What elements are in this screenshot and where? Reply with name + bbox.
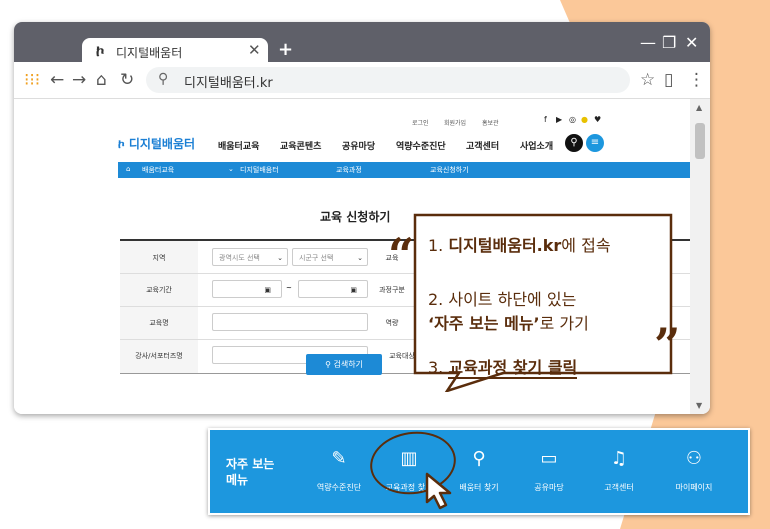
open-quote-icon: “: [388, 228, 415, 282]
city-select-value: 시군구 선택: [299, 254, 334, 262]
course-name-label: 교육명: [149, 319, 169, 327]
headset-icon: ♫: [610, 448, 628, 469]
mouse-cursor-icon: [425, 472, 452, 510]
social-facebook-icon[interactable]: f: [544, 115, 547, 124]
scroll-down-icon[interactable]: ▼: [696, 401, 702, 410]
reload-icon[interactable]: ↻: [120, 70, 134, 90]
minimize-button[interactable]: —: [640, 33, 656, 52]
search-button-label: 검색하기: [333, 360, 363, 369]
city-select[interactable]: 시군구 선택 ⌄: [292, 248, 368, 266]
chevron-down-icon: ⌄: [277, 254, 283, 262]
social-instagram-icon[interactable]: ◎: [569, 115, 576, 124]
breadcrumb-item[interactable]: 교육과정: [336, 165, 362, 175]
url-text[interactable]: 디지털배움터.kr: [184, 72, 273, 91]
social-blog-icon[interactable]: ♥: [594, 115, 601, 124]
user-icon: ⚇: [685, 448, 703, 469]
scroll-up-icon[interactable]: ▲: [696, 103, 702, 112]
close-button[interactable]: ✕: [685, 33, 698, 52]
restore-button[interactable]: ❐: [662, 33, 676, 52]
address-bar[interactable]: ⚲ 디지털배움터.kr: [146, 67, 630, 93]
logo-text: 디지털배움터: [128, 137, 196, 151]
tab-bar: ኮ 디지털배움터 ✕ + — ❐ ✕: [14, 22, 710, 62]
region-label: 지역: [152, 254, 166, 262]
site-logo[interactable]: ኮ 디지털배움터: [118, 135, 195, 152]
breadcrumb-item[interactable]: 배움터교육: [142, 165, 174, 175]
nav-item-education[interactable]: 배움터교육: [218, 139, 259, 152]
nav-item-diagnosis[interactable]: 역량수준진단: [396, 139, 446, 152]
logo-mark-icon: ኮ: [118, 137, 129, 151]
province-select[interactable]: 광역시도 선택 ⌄: [212, 248, 288, 266]
step-1-text: 1. 디지털배움터.kr에 접속: [428, 232, 611, 256]
folder-icon: ▭: [540, 448, 558, 469]
period-label: 교육기간: [146, 286, 172, 294]
breadcrumb-chevron-icon: ⌄: [228, 165, 234, 173]
apps-icon[interactable]: ⁝⁝⁝: [24, 70, 40, 90]
tab-close-icon[interactable]: ✕: [248, 41, 261, 59]
breadcrumb: ⌂ 배움터교육 ⌄ 디지털배움터 교육과정 교육신청하기: [118, 162, 690, 178]
nav-item-support[interactable]: 고객센터: [466, 139, 499, 152]
site-menu-icon[interactable]: ≡: [586, 134, 604, 152]
quick-menu-item-share[interactable]: ▭ 공유마당: [514, 430, 584, 513]
search-icon: ⚲: [158, 71, 169, 87]
back-icon[interactable]: ←: [50, 70, 64, 90]
signup-link[interactable]: 회원가입: [444, 118, 466, 127]
quick-menu-label: 고객센터: [604, 483, 634, 492]
step-2-rest: 로 가기: [539, 314, 589, 333]
step-1-rest: 에 접속: [561, 236, 611, 255]
scroll-thumb[interactable]: [695, 123, 705, 159]
step-2-line-1: 2. 사이트 하단에 있는: [428, 290, 577, 309]
quick-menu-title: 자주 보는 메뉴: [226, 457, 275, 487]
step-2-highlight: ‘자주 보는 메뉴’: [428, 314, 540, 333]
quick-menu-label: 역량수준진단: [316, 483, 362, 492]
social-youtube-icon[interactable]: ▶: [556, 115, 562, 124]
quick-menu-panel: 자주 보는 메뉴 ✎ 역량수준진단 ▥ 교육과정 찾기 ⚲ 배움터 찾기 ▭ 공…: [208, 428, 750, 515]
quick-menu-item-diagnosis[interactable]: ✎ 역량수준진단: [304, 430, 374, 513]
province-select-value: 광역시도 선택: [219, 254, 260, 262]
step-3-text: 3. 교육과정 찾기 클릭: [428, 354, 578, 379]
new-tab-button[interactable]: +: [278, 39, 293, 60]
step-3-number: 3.: [428, 358, 449, 377]
quick-menu-label: 공유마당: [534, 483, 564, 492]
nav-item-about[interactable]: 사업소개: [520, 139, 553, 152]
nav-item-contents[interactable]: 교육콘텐츠: [280, 139, 321, 152]
archive-link[interactable]: 홈보관: [482, 118, 499, 127]
page-title: 교육 신청하기: [320, 210, 391, 224]
step-1-number: 1.: [428, 236, 449, 255]
breadcrumb-item[interactable]: 디지털배움터: [240, 165, 279, 175]
breadcrumb-home-icon[interactable]: ⌂: [126, 165, 130, 173]
star-icon[interactable]: ☆: [640, 70, 655, 90]
calendar-icon: ▣: [350, 286, 357, 294]
tab-title: 디지털배움터: [116, 46, 183, 60]
search-button[interactable]: ⚲ 검색하기: [306, 354, 382, 375]
nav-item-share[interactable]: 공유마당: [342, 139, 375, 152]
quick-menu-item-mypage[interactable]: ⚇ 마이페이지: [654, 430, 734, 513]
quick-menu-label: 마이페이지: [675, 483, 713, 492]
course-name-input[interactable]: [212, 313, 368, 331]
browser-toolbar: ⁝⁝⁝ ← → ⌂ ↻ ⚲ 디지털배움터.kr ☆ ▯ ⋮: [14, 62, 710, 99]
calendar-icon: ▣: [264, 286, 271, 294]
step-3-highlight: 교육과정 찾기 클릭: [448, 358, 578, 379]
home-icon[interactable]: ⌂: [96, 70, 107, 90]
end-date-field[interactable]: ▣: [298, 280, 368, 298]
menu-icon[interactable]: ⋮: [688, 70, 705, 90]
social-kakao-icon[interactable]: ●: [581, 115, 588, 124]
breadcrumb-item[interactable]: 교육신청하기: [430, 165, 469, 175]
step-2-line-2: ‘자주 보는 메뉴’로 가기: [428, 310, 589, 334]
tab-active[interactable]: ኮ 디지털배움터 ✕: [82, 38, 268, 62]
site-search-icon[interactable]: ⚲: [565, 134, 583, 152]
instructor-label: 강사/서포터즈명: [135, 352, 183, 360]
quick-menu-item-support[interactable]: ♫ 고객센터: [584, 430, 654, 513]
page-icon[interactable]: ▯: [664, 70, 673, 90]
login-link[interactable]: 로그인: [412, 118, 429, 127]
chevron-down-icon: ⌄: [357, 254, 363, 262]
date-range-separator: ~: [286, 284, 292, 292]
vertical-scrollbar[interactable]: ▲ ▼: [690, 99, 710, 414]
close-quote-icon: ”: [654, 318, 681, 372]
pencil-icon: ✎: [331, 448, 347, 469]
step-1-highlight: 디지털배움터.kr: [448, 236, 562, 255]
start-date-field[interactable]: ▣: [212, 280, 282, 298]
site-favicon-icon: ኮ: [96, 42, 105, 60]
forward-icon[interactable]: →: [72, 70, 86, 90]
